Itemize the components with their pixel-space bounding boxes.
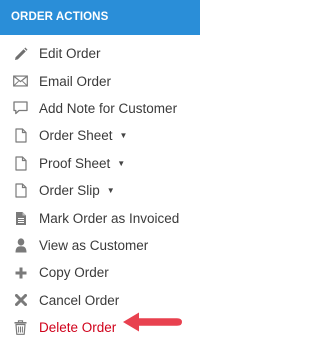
menu-item-label: Delete Order: [39, 320, 117, 336]
menu-item-label: Mark Order as Invoiced: [39, 210, 180, 226]
order-actions-menu: Edit Order Email Order Add Note for Cust…: [0, 40, 200, 341]
menu-item-view-as-customer[interactable]: View as Customer: [0, 232, 200, 259]
invoice-icon: [13, 211, 28, 226]
comment-icon: [13, 101, 28, 116]
order-actions-header: ORDER ACTIONS: [0, 0, 200, 35]
menu-item-label: Cancel Order: [39, 292, 120, 308]
menu-item-label: Proof Sheet: [39, 155, 111, 171]
envelope-icon: [13, 74, 28, 89]
plus-icon: [13, 265, 28, 280]
annotation-arrow-icon: [123, 312, 182, 332]
document-icon: [13, 183, 28, 198]
menu-item-order-sheet[interactable]: Order Sheet ▼: [0, 122, 200, 149]
chevron-down-icon[interactable]: ▼: [107, 186, 115, 195]
chevron-down-icon[interactable]: ▼: [117, 159, 125, 168]
menu-item-label: Copy Order: [39, 265, 109, 281]
menu-item-label: Email Order: [39, 73, 112, 89]
menu-item-label: Order Slip: [39, 183, 100, 199]
header-title: ORDER ACTIONS: [11, 11, 109, 23]
trash-icon: [13, 320, 28, 335]
menu-item-label: Edit Order: [39, 46, 101, 62]
document-icon: [13, 156, 28, 171]
document-icon: [13, 128, 28, 143]
menu-item-label: Add Note for Customer: [39, 100, 178, 116]
menu-item-label: View as Customer: [39, 237, 149, 253]
menu-item-email-order[interactable]: Email Order: [0, 67, 200, 94]
menu-item-add-note[interactable]: Add Note for Customer: [0, 95, 200, 122]
pencil-icon: [13, 46, 28, 61]
menu-item-label: Order Sheet: [39, 128, 113, 144]
chevron-down-icon[interactable]: ▼: [120, 131, 128, 140]
menu-item-order-slip[interactable]: Order Slip ▼: [0, 177, 200, 204]
x-icon: [13, 293, 28, 308]
user-icon: [13, 238, 28, 253]
menu-item-copy-order[interactable]: Copy Order: [0, 259, 200, 286]
menu-item-edit-order[interactable]: Edit Order: [0, 40, 200, 67]
menu-item-mark-invoiced[interactable]: Mark Order as Invoiced: [0, 204, 200, 231]
menu-item-proof-sheet[interactable]: Proof Sheet ▼: [0, 150, 200, 177]
